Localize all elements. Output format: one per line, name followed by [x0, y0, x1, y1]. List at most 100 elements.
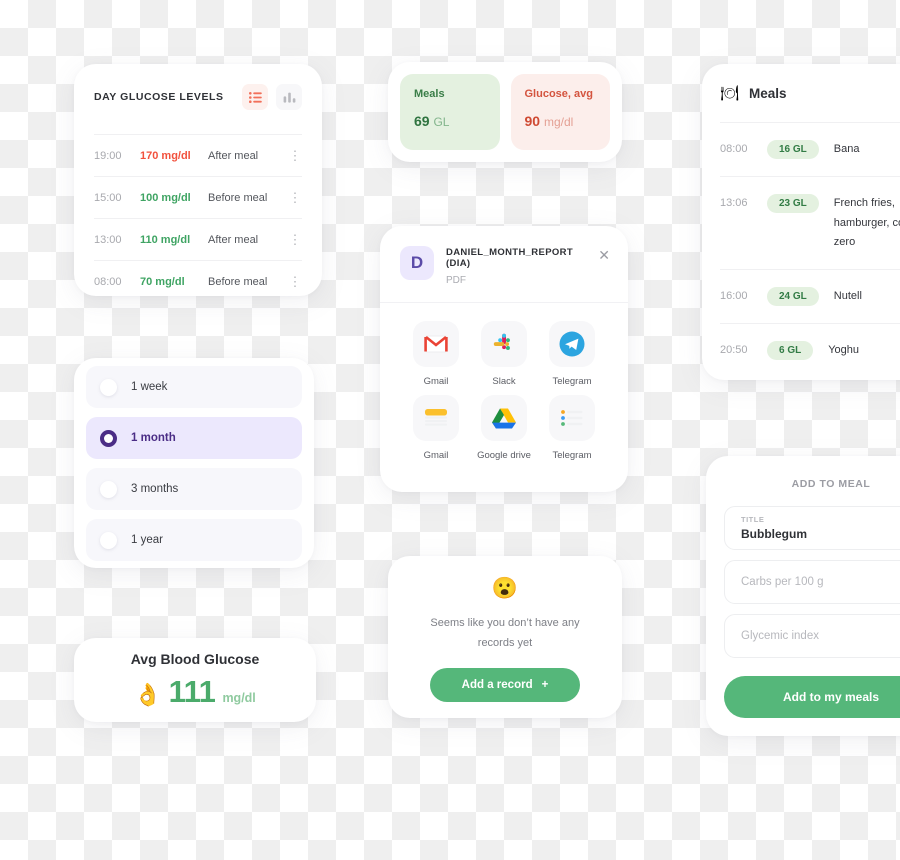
empty-state-message: Seems like you don’t have any records ye… [430, 617, 580, 650]
meals-card: 🍽 Meals 08:00 16 GL Bana 13:06 23 GL Fre… [702, 64, 900, 380]
row-value: 110 mg/dl [140, 233, 191, 246]
share-file-meta: DANIEL_MONTH_REPORT (DIA) PDF [446, 246, 586, 286]
summary-stats-card: Meals 69 GL Glucose, avg 90 mg/dl [388, 62, 622, 162]
meal-name: Yoghu [828, 344, 860, 357]
title-field-value: Bubblegum [741, 527, 807, 541]
meal-gl-badge: 6 GL [767, 341, 814, 361]
add-to-my-meals-button[interactable]: Add to my meals [724, 676, 900, 718]
meal-name: Nutell [833, 290, 862, 302]
surprised-face-icon: 😮 [491, 577, 519, 600]
period-option-1-week[interactable]: 1 week [86, 366, 302, 408]
row-time: 15:00 [94, 191, 122, 204]
status-badge-meals[interactable]: Meals 69 GL [400, 74, 500, 150]
meal-time: 20:50 [720, 344, 748, 357]
app-label: Telegram [552, 376, 592, 387]
stat-unit: GL [433, 115, 450, 129]
row-time: 13:00 [94, 233, 122, 246]
meals-card-header: 🍽 Meals [720, 64, 900, 122]
table-row[interactable]: 19:00 170 mg/dl After meal ⋮ [94, 134, 302, 176]
file-name: DANIEL_MONTH_REPORT (DIA) [446, 247, 573, 269]
radio-icon[interactable] [100, 531, 117, 549]
row-time: 08:00 [94, 275, 122, 288]
radio-icon[interactable] [100, 480, 117, 498]
avg-glucose-value: 111 [168, 673, 216, 709]
table-row[interactable]: 08:00 70 mg/dl Before meal ⋮ [94, 260, 302, 302]
meal-gl-badge: 16 GL [767, 140, 819, 159]
carbs-field-placeholder: Carbs per 100 g [741, 576, 824, 588]
share-target-telegram-list[interactable]: Telegram [538, 395, 606, 461]
page-title: DAY GLUCOSE LEVELS [94, 91, 224, 103]
table-row[interactable]: 15:00 100 mg/dl Before meal ⋮ [94, 176, 302, 218]
meal-name: Bana [833, 143, 860, 155]
row-overflow-menu-icon[interactable]: ⋮ [288, 190, 302, 206]
table-row[interactable]: 13:00 110 mg/dl After meal ⋮ [94, 218, 302, 260]
share-target-google-drive[interactable]: Google drive [470, 395, 538, 461]
share-target-gmail-notes[interactable]: Gmail [402, 395, 470, 461]
avg-blood-glucose-card: Avg Blood Glucose 👌 111 mg/dl [74, 638, 316, 722]
share-target-slack[interactable]: Slack [470, 321, 538, 387]
radio-icon[interactable] [100, 378, 117, 396]
list-icon[interactable] [242, 84, 268, 110]
row-note: After meal [208, 149, 259, 162]
row-note: Before meal [208, 191, 268, 204]
list-item[interactable]: 13:06 23 GL French fries, hamburger, coc… [720, 176, 900, 269]
glycemic-index-field[interactable]: Glycemic index [724, 614, 900, 658]
row-note: Before meal [208, 275, 268, 288]
meal-time: 16:00 [720, 290, 748, 302]
period-option-3-months[interactable]: 3 months [86, 468, 302, 510]
row-overflow-menu-icon[interactable]: ⋮ [288, 274, 302, 290]
close-icon[interactable]: ✕ [598, 246, 610, 264]
row-overflow-menu-icon[interactable]: ⋮ [288, 148, 302, 164]
app-label: Gmail [423, 450, 449, 461]
list-lines-icon[interactable] [549, 395, 595, 441]
telegram-icon[interactable] [549, 321, 595, 367]
list-item[interactable]: 20:50 6 GL Yoghu [720, 323, 900, 377]
period-option-1-year[interactable]: 1 year [86, 519, 302, 561]
gmail-icon[interactable] [413, 321, 459, 367]
radio-icon-selected[interactable] [100, 429, 117, 447]
share-app-grid: Gmail Slack Telegram Gmail Google drive … [380, 303, 628, 461]
share-target-gmail[interactable]: Gmail [402, 321, 470, 387]
meal-name: French fries, hamburger, coca zero [833, 197, 900, 248]
period-option-label: 1 year [131, 534, 163, 546]
row-note: After meal [208, 233, 259, 246]
period-option-label: 3 months [131, 483, 179, 495]
stat-label: Glucose, avg [524, 88, 593, 100]
carbs-field[interactable]: Carbs per 100 g [724, 560, 900, 604]
view-toggle-group [242, 84, 302, 110]
status-badge-glucose[interactable]: Glucose, avg 90 mg/dl [510, 74, 610, 150]
list-item[interactable]: 16:00 24 GL Nutell [720, 269, 900, 323]
row-value: 100 mg/dl [140, 191, 191, 204]
period-option-1-month[interactable]: 1 month [86, 417, 302, 459]
meals-title: Meals [749, 85, 787, 101]
add-to-meal-card: ADD TO MEAL TITLE Bubblegum Carbs per 10… [706, 456, 900, 736]
app-label: Telegram [552, 450, 592, 461]
row-value: 170 mg/dl [140, 149, 191, 162]
glucose-card-header: DAY GLUCOSE LEVELS [94, 64, 302, 122]
row-time: 19:00 [94, 149, 122, 162]
title-field[interactable]: TITLE Bubblegum [724, 506, 900, 550]
add-record-label: Add a record [461, 678, 533, 691]
cutlery-icon: 🍽 [720, 85, 740, 102]
share-file-header: D DANIEL_MONTH_REPORT (DIA) PDF ✕ [380, 226, 628, 303]
stat-value: 69 GL [414, 113, 486, 129]
list-item[interactable]: 08:00 16 GL Bana [720, 122, 900, 176]
meal-gl-badge: 24 GL [767, 287, 819, 306]
app-label: Slack [492, 376, 516, 387]
stat-number: 90 [524, 113, 541, 129]
stat-unit: mg/dl [543, 115, 574, 129]
empty-records-card: 😮 Seems like you don’t have any records … [388, 556, 622, 718]
meal-time: 13:06 [720, 197, 748, 210]
google-drive-icon[interactable] [481, 395, 527, 441]
add-record-button[interactable]: Add a record + [430, 667, 580, 702]
slack-icon[interactable] [481, 321, 527, 367]
notes-icon[interactable] [413, 395, 459, 441]
bar-chart-icon[interactable] [276, 84, 302, 110]
day-glucose-levels-card: DAY GLUCOSE LEVELS 19:00 170 mg/dl After… [74, 64, 322, 296]
share-target-telegram[interactable]: Telegram [538, 321, 606, 387]
row-overflow-menu-icon[interactable]: ⋮ [288, 232, 302, 248]
stat-value: 90 mg/dl [525, 113, 597, 129]
avg-glucose-title: Avg Blood Glucose [130, 650, 260, 667]
file-type: PDF [446, 275, 466, 286]
add-to-meal-title: ADD TO MEAL [791, 478, 871, 490]
